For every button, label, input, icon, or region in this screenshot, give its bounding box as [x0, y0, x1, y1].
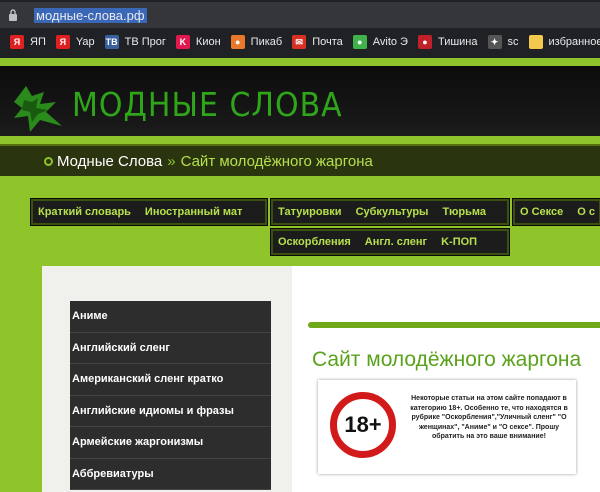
title-divider	[308, 322, 600, 328]
bookmark-1[interactable]: Я Yap	[55, 32, 95, 52]
breadcrumb-bullet-icon	[44, 157, 53, 166]
nav-group-3: О Сексе О с	[512, 198, 600, 226]
divider	[0, 136, 600, 144]
tv-icon: ТВ	[104, 35, 119, 49]
nav-group-1: Краткий словарь Иностранный мат	[30, 198, 268, 226]
yandex-icon: Я	[55, 35, 70, 49]
gmail-icon: ✉	[292, 35, 307, 49]
bookmark-0[interactable]: Я ЯП	[10, 32, 46, 52]
sidebar-item-english-slang[interactable]: Английский сленг	[70, 332, 271, 364]
bookmark-label: sc	[507, 36, 519, 48]
sidebar-item-anime[interactable]: Аниме	[70, 301, 271, 333]
pikabu-icon: ●	[230, 35, 245, 49]
left-column: Аниме Английский сленг Американский слен…	[42, 266, 292, 492]
nav-link-short-dictionary[interactable]: Краткий словарь	[31, 206, 138, 218]
bookmark-label: Кион	[195, 36, 221, 48]
bookmark-label: Пикаб	[250, 36, 283, 48]
bookmark-label: Почта	[312, 36, 343, 48]
bookmark-label: Тишина	[437, 36, 478, 48]
bookmark-5[interactable]: ✉ Почта	[292, 32, 343, 52]
breadcrumb-home-link[interactable]: Модные Слова	[57, 153, 162, 170]
url-text[interactable]: модные-слова.рф	[34, 8, 147, 23]
page-title: Сайт молодёжного жаргона	[312, 348, 582, 371]
bookmark-label: избранное	[548, 36, 600, 48]
right-column: Сайт молодёжного жаргона 18+ Некоторые с…	[292, 266, 600, 492]
sidebar-item-english-idioms[interactable]: Английские идиомы и фразы	[70, 395, 271, 427]
sidebar-menu: Аниме Английский сленг Американский слен…	[70, 301, 271, 490]
age-18-badge-icon: 18+	[330, 392, 396, 458]
address-bar[interactable]: модные-слова.рф	[0, 2, 600, 28]
bookmark-2[interactable]: ТВ ТВ Прог	[104, 32, 166, 52]
breadcrumb-current: Сайт молодёжного жаргона	[180, 153, 373, 170]
bookmark-label: Yap	[75, 36, 95, 48]
nav-link-foreign-swearing[interactable]: Иностранный мат	[138, 206, 249, 218]
nav-link-about-partial[interactable]: О с	[570, 206, 600, 218]
nav-link-prison[interactable]: Тюрьма	[435, 206, 493, 218]
nav-link-english-slang[interactable]: Англ. сленг	[358, 236, 434, 248]
bookmark-label: ТВ Прог	[124, 36, 166, 48]
nav-group-4: Оскорбления Англ. сленг K-ПОП	[270, 228, 510, 256]
age-warning-text: Некоторые статьи на этом сайте попадают …	[410, 395, 568, 440]
sidebar-item-army-jargon[interactable]: Армейские жаргонизмы	[70, 427, 271, 459]
bookmark-4[interactable]: ● Пикаб	[230, 32, 283, 52]
age-warning-banner: 18+ Некоторые статьи на этом сайте попад…	[318, 380, 576, 474]
folder-icon	[528, 35, 543, 49]
bookmark-label: ЯП	[30, 36, 46, 48]
yandex-icon: Я	[10, 35, 24, 49]
lock-icon	[9, 9, 17, 21]
sidebar-item-abbreviations[interactable]: Аббревиатуры	[70, 458, 271, 490]
breadcrumb-separator: »	[167, 153, 176, 170]
kion-icon: K	[175, 35, 190, 49]
nav-link-subcultures[interactable]: Субкультуры	[349, 206, 436, 218]
bookmark-7[interactable]: ● Тишина	[417, 32, 478, 52]
website: Модные слова Модные Слова » Сайт молодёж…	[0, 58, 600, 492]
bookmark-label: Avito Э	[372, 36, 408, 48]
sidebar-item-american-slang[interactable]: Американский сленг кратко	[70, 364, 271, 396]
nav-link-about-sex[interactable]: О Сексе	[513, 206, 570, 218]
nav-link-kpop[interactable]: K-ПОП	[434, 236, 484, 248]
bookmark-9[interactable]: избранное	[528, 32, 600, 52]
avito-icon: ●	[352, 35, 367, 49]
main-content: Аниме Английский сленг Американский слен…	[42, 266, 600, 492]
bookmark-6[interactable]: ● Avito Э	[352, 32, 408, 52]
nav-link-tattoos[interactable]: Татуировки	[271, 206, 349, 218]
sc-icon: ✦	[487, 35, 502, 49]
browser-chrome: модные-слова.рф Я ЯП Я Yap ТВ ТВ Прог K Кион ● Пи…	[0, 0, 600, 58]
nav-group-2: Татуировки Субкультуры Тюрьма	[270, 198, 510, 226]
site-header: Модные слова	[0, 66, 600, 136]
nav-link-insults[interactable]: Оскорбления	[271, 236, 358, 248]
breadcrumb: Модные Слова » Сайт молодёжного жаргона	[0, 144, 600, 176]
bookmark-8[interactable]: ✦ sc	[487, 32, 519, 52]
bookmarks-bar: Я ЯП Я Yap ТВ ТВ Прог K Кион ● Пикаб ✉ Почта ● Avito …	[0, 30, 600, 54]
site-logo-text[interactable]: Модные слова	[72, 86, 343, 125]
logo-icon[interactable]	[10, 82, 66, 134]
bookmark-3[interactable]: K Кион	[175, 32, 221, 52]
tishina-icon: ●	[417, 35, 432, 49]
